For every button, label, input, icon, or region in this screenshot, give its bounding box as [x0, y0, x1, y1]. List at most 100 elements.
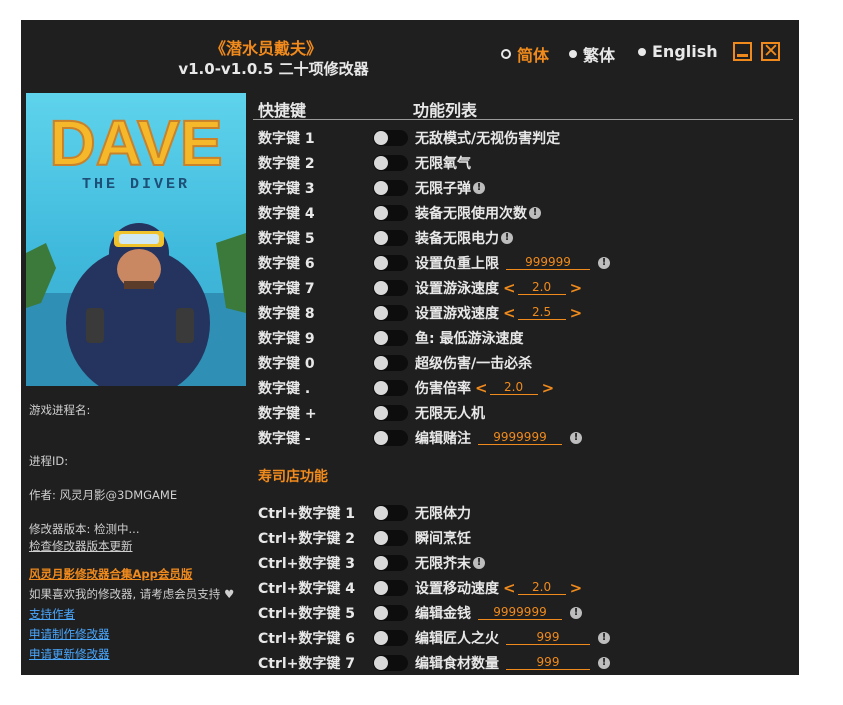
sushi-section-title: 寿司店功能	[258, 469, 328, 485]
cheat-label: 设置移动速度	[415, 580, 499, 597]
request-update-link[interactable]: 申请更新修改器	[29, 646, 110, 662]
info-icon[interactable]: !	[598, 656, 610, 669]
trainer-window: 《潜水员戴夫》 v1.0-v1.0.5 二十项修改器 简体 繁体 English…	[21, 20, 799, 675]
support-author-link[interactable]: 支持作者	[29, 606, 75, 622]
cheat-row: Ctrl+数字键 3 无限芥末!	[258, 550, 798, 575]
value-input[interactable]: 999	[506, 655, 590, 670]
increase-arrow-icon[interactable]: >	[570, 279, 583, 297]
cheat-row: Ctrl+数字键 4 设置移动速度 <2.0 >	[258, 575, 798, 600]
value-input[interactable]: 9999999	[478, 430, 562, 445]
hotkey-label: 数字键 +	[258, 405, 317, 422]
cheat-row: 数字键 4 装备无限使用次数!	[258, 200, 798, 225]
cheat-row: 数字键 6 设置负重上限 999999!	[258, 250, 798, 275]
cheat-label: 设置游戏速度	[415, 305, 499, 322]
info-icon[interactable]: !	[598, 256, 610, 269]
decrease-arrow-icon[interactable]: <	[503, 579, 516, 597]
check-update-link[interactable]: 检查修改器版本更新	[29, 538, 133, 554]
info-icon[interactable]: !	[570, 606, 582, 619]
cheat-row: Ctrl+数字键 1 无限体力	[258, 500, 798, 525]
decrease-arrow-icon[interactable]: <	[475, 379, 488, 397]
increase-arrow-icon[interactable]: >	[570, 304, 583, 322]
cheat-label: 编辑金钱	[415, 605, 471, 622]
hotkey-label: Ctrl+数字键 5	[258, 605, 356, 622]
hotkey-label: Ctrl+数字键 4	[258, 580, 356, 597]
increase-arrow-icon[interactable]: >	[542, 379, 555, 397]
cheat-label: 编辑赌注	[415, 430, 471, 447]
cheat-toggle[interactable]	[373, 404, 408, 421]
cheat-row: 数字键 9 鱼: 最低游泳速度	[258, 325, 798, 350]
minimize-icon[interactable]	[733, 42, 752, 61]
cheat-label: 伤害倍率	[415, 380, 471, 397]
value-input[interactable]: 2.0	[517, 280, 566, 295]
cheat-row: 数字键 2 无限氧气	[258, 150, 798, 175]
cheat-toggle[interactable]	[373, 504, 408, 521]
cheat-toggle[interactable]	[373, 429, 408, 446]
cheat-toggle[interactable]	[373, 204, 408, 221]
cheat-toggle[interactable]	[373, 604, 408, 621]
cheat-toggle[interactable]	[373, 329, 408, 346]
hotkey-label: 数字键 8	[258, 305, 315, 322]
cheat-label: 超级伤害/一击必杀	[415, 355, 533, 372]
hotkey-label: 数字键 9	[258, 330, 315, 347]
cheat-toggle[interactable]	[373, 379, 408, 396]
value-input[interactable]: 9999999	[478, 605, 562, 620]
value-input[interactable]: 2.0	[517, 580, 566, 595]
cheat-toggle[interactable]	[373, 304, 408, 321]
cheat-toggle[interactable]	[373, 579, 408, 596]
version-label: 修改器版本: 检测中...	[29, 522, 140, 536]
hotkey-label: Ctrl+数字键 6	[258, 630, 356, 647]
value-input[interactable]: 999	[506, 630, 590, 645]
cheat-row: 数字键 5 装备无限电力!	[258, 225, 798, 250]
cheat-label: 无敌模式/无视伤害判定	[415, 130, 561, 147]
info-icon[interactable]: !	[570, 431, 582, 444]
lang-traditional[interactable]: 繁体	[569, 42, 615, 66]
hotkey-label: 数字键 .	[258, 380, 311, 397]
cheat-toggle[interactable]	[373, 529, 408, 546]
cheat-row: Ctrl+数字键 7 编辑食材数量 999!	[258, 650, 798, 675]
cheat-row: Ctrl+数字键 5 编辑金钱 9999999!	[258, 600, 798, 625]
info-icon[interactable]: !	[598, 631, 610, 644]
cheat-toggle[interactable]	[373, 279, 408, 296]
info-icon[interactable]: !	[473, 556, 485, 569]
app-promo-link[interactable]: 风灵月影修改器合集App会员版	[29, 566, 192, 582]
info-icon[interactable]: !	[529, 206, 541, 219]
heart-icon: ♥	[223, 587, 235, 601]
cheat-label: 鱼: 最低游泳速度	[415, 330, 524, 347]
lang-english[interactable]: English	[638, 42, 718, 61]
increase-arrow-icon[interactable]: >	[570, 579, 583, 597]
cheat-row: 数字键 0 超级伤害/一击必杀	[258, 350, 798, 375]
cheat-toggle[interactable]	[373, 629, 408, 646]
close-icon[interactable]: ✕	[761, 42, 780, 61]
trainer-subtitle: v1.0-v1.0.5 二十项修改器	[178, 60, 369, 78]
decrease-arrow-icon[interactable]: <	[503, 304, 516, 322]
cheat-label: 编辑食材数量	[415, 655, 499, 672]
cheat-toggle[interactable]	[373, 654, 408, 671]
value-input[interactable]: 2.0	[489, 380, 538, 395]
info-icon[interactable]: !	[473, 181, 485, 194]
header-divider	[253, 119, 793, 120]
decrease-arrow-icon[interactable]: <	[503, 279, 516, 297]
cover-art: DAVE THE DIVER	[26, 106, 246, 386]
process-id-label: 进程ID:	[29, 454, 69, 468]
cheat-toggle[interactable]	[373, 354, 408, 371]
cheat-row: Ctrl+数字键 6 编辑匠人之火 999!	[258, 625, 798, 650]
info-icon[interactable]: !	[501, 231, 513, 244]
cheat-toggle[interactable]	[373, 254, 408, 271]
function-column-header: 功能列表	[413, 101, 478, 120]
support-note-text: 如果喜欢我的修改器, 请考虑会员支持	[29, 587, 221, 601]
value-input[interactable]: 999999	[506, 255, 590, 270]
radio-selected-icon	[501, 49, 511, 59]
cheat-toggle[interactable]	[373, 129, 408, 146]
cheat-toggle[interactable]	[373, 154, 408, 171]
cheat-row: 数字键 3 无限子弹!	[258, 175, 798, 200]
radio-icon	[569, 50, 577, 58]
cheat-toggle[interactable]	[373, 554, 408, 571]
lang-simplified[interactable]: 简体	[501, 42, 549, 66]
request-make-link[interactable]: 申请制作修改器	[29, 626, 110, 642]
cheat-row: 数字键 . 伤害倍率 <2.0 >	[258, 375, 798, 400]
cheat-toggle[interactable]	[373, 179, 408, 196]
cheat-toggle[interactable]	[373, 229, 408, 246]
value-input[interactable]: 2.5	[517, 305, 566, 320]
hotkey-label: 数字键 0	[258, 355, 315, 372]
cheat-label: 编辑匠人之火	[415, 630, 499, 647]
